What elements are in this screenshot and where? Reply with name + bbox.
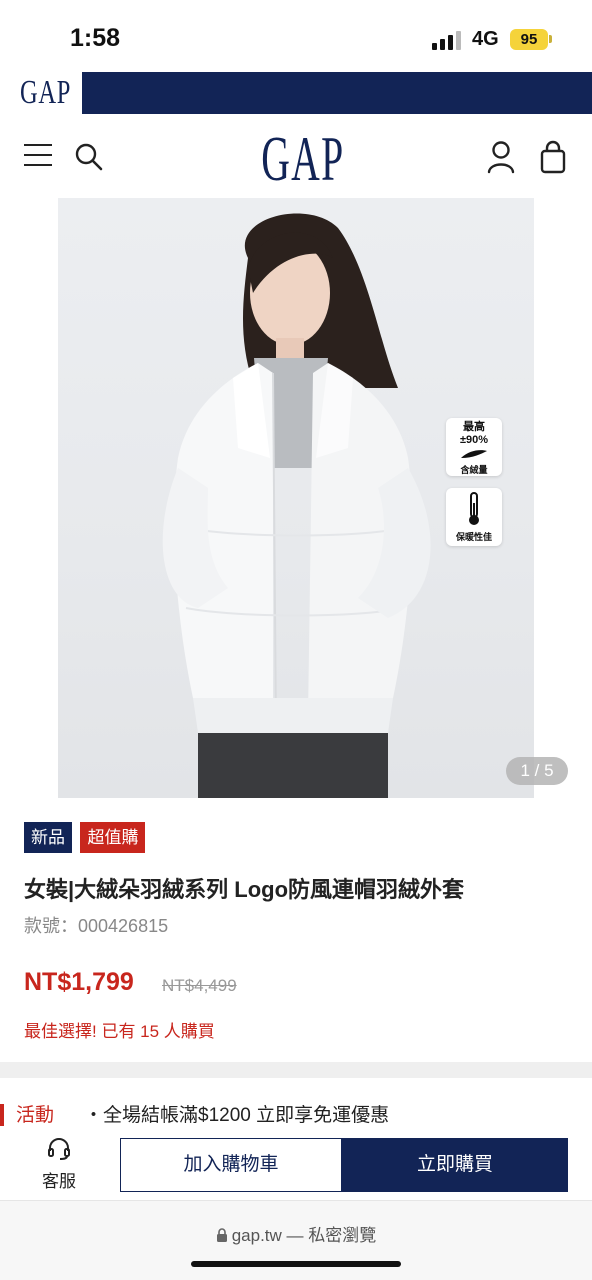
- tag-new: 新品: [24, 822, 72, 853]
- url-text: gap.tw — 私密瀏覽: [231, 1226, 377, 1245]
- promo-accent: [0, 1104, 4, 1126]
- headset-icon: [48, 1138, 70, 1160]
- action-bar: 客服 加入購物車 立即購買: [0, 1136, 592, 1200]
- battery-tip: [549, 35, 552, 43]
- feather-icon: [461, 450, 487, 458]
- warmth-badge: 保暖性佳: [446, 488, 502, 546]
- buy-now-button[interactable]: 立即購買: [342, 1138, 568, 1192]
- browser-bar: gap.tw — 私密瀏覽: [0, 1200, 592, 1280]
- add-to-cart-button[interactable]: 加入購物車: [120, 1138, 342, 1192]
- brand-logo-small[interactable]: GAP: [20, 74, 71, 112]
- popularity-note: 最佳選擇! 已有 15 人購買: [24, 1022, 215, 1041]
- signal-icon: [432, 31, 461, 50]
- support-button[interactable]: 客服: [30, 1138, 88, 1196]
- product-image[interactable]: 最高 ±90% 含絨量 保暖性佳: [58, 198, 534, 798]
- product-title: 女裝|大絨朵羽絨系列 Logo防風連帽羽絨外套: [24, 877, 465, 902]
- product-sku: 款號：000426815: [24, 916, 169, 936]
- image-pager: 1 / 5: [506, 757, 568, 785]
- promo-label: 活動: [16, 1105, 55, 1126]
- account-icon[interactable]: [486, 140, 516, 174]
- lock-icon: [216, 1228, 227, 1242]
- network-type: 4G: [472, 28, 499, 50]
- bag-icon[interactable]: [538, 140, 568, 174]
- battery-indicator: 95: [510, 29, 548, 50]
- tag-value-deal: 超值購: [80, 822, 146, 853]
- home-indicator: [191, 1261, 401, 1267]
- support-label: 客服: [42, 1172, 76, 1191]
- sale-price: NT$1,799: [24, 968, 134, 996]
- url-bar[interactable]: gap.tw — 私密瀏覽: [0, 1221, 592, 1246]
- search-icon[interactable]: [74, 142, 104, 172]
- brand-banner[interactable]: [82, 72, 592, 114]
- site-header: GAP: [0, 116, 592, 198]
- menu-icon[interactable]: [24, 144, 52, 168]
- promo-row[interactable]: 活動 ・全場結帳滿$1200 立即享免運優惠: [0, 1078, 592, 1136]
- down-content-badge: 最高 ±90% 含絨量: [446, 418, 502, 476]
- original-price: NT$4,499: [162, 976, 237, 995]
- brand-strip: GAP: [0, 70, 592, 116]
- gap-logo[interactable]: GAP: [261, 122, 343, 196]
- promo-text: ・全場結帳滿$1200 立即享免運優惠: [84, 1105, 390, 1126]
- product-tags: 新品 超值購: [24, 822, 149, 854]
- thermometer-icon: [469, 492, 479, 525]
- section-divider: [0, 1062, 592, 1078]
- status-time: 1:58: [70, 24, 121, 52]
- status-bar: 1:58 4G 95: [0, 0, 592, 70]
